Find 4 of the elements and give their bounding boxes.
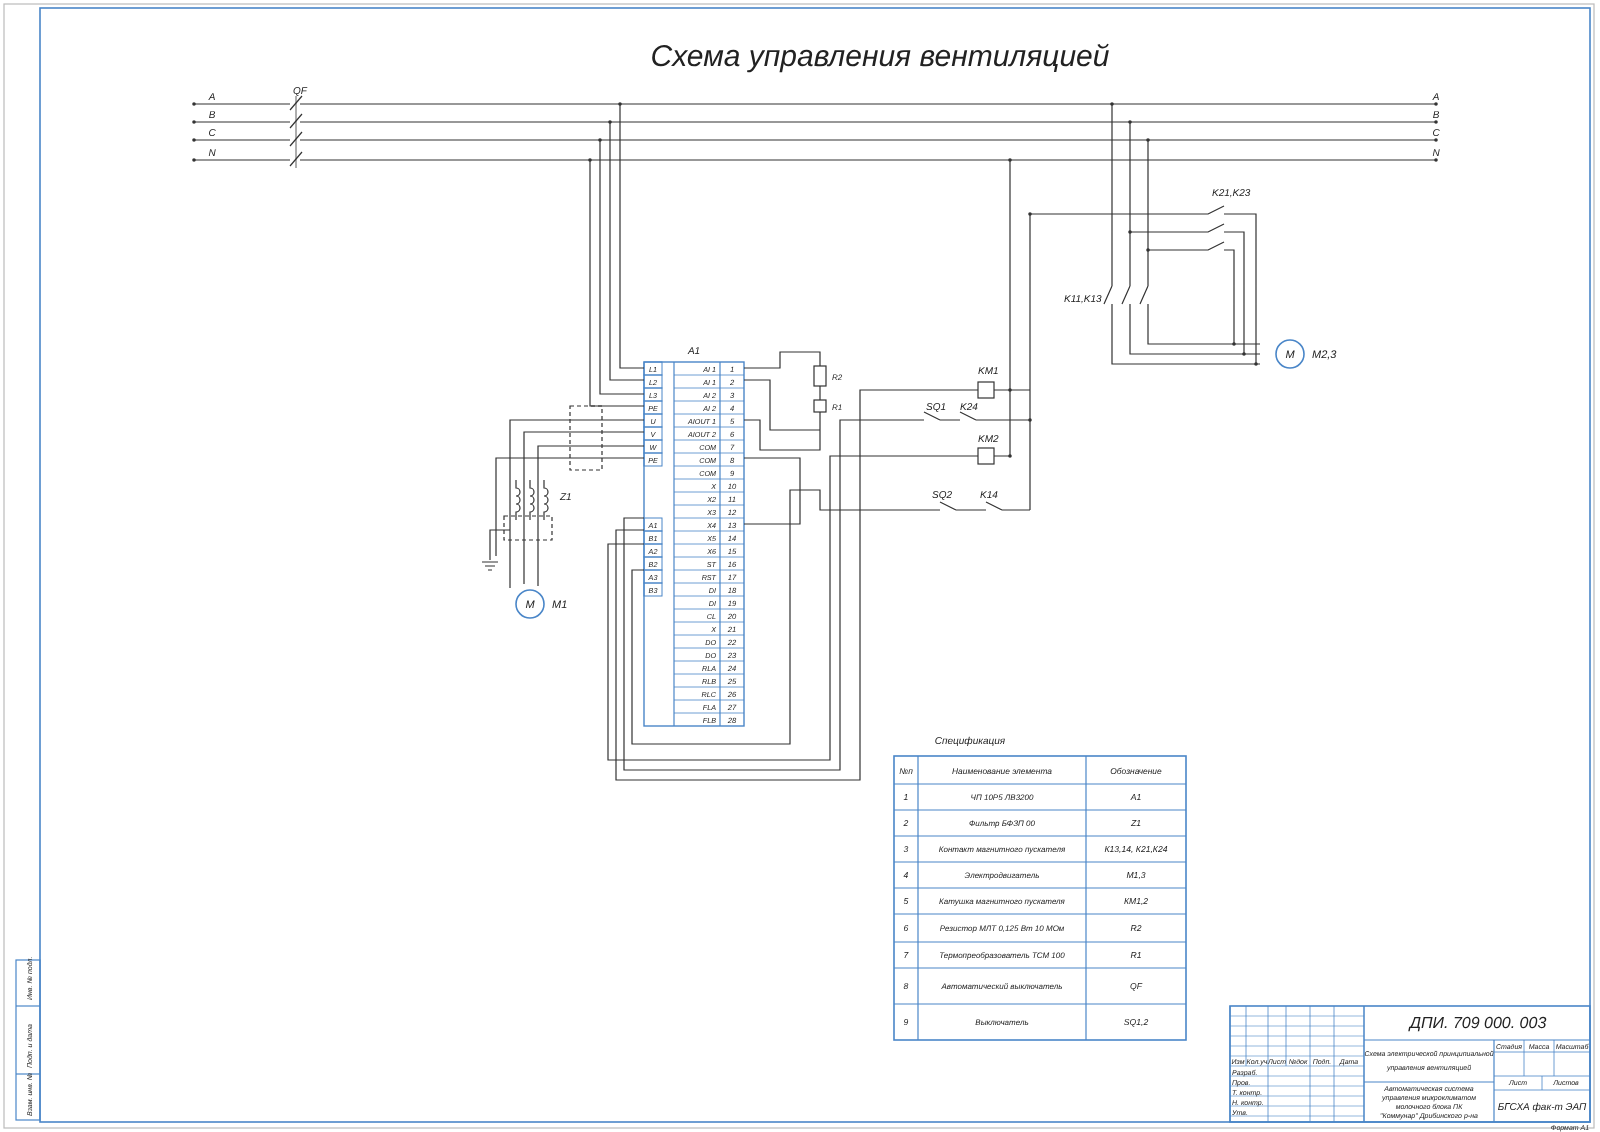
drawing-number: ДПИ. 709 000. 003 [1409, 1014, 1547, 1032]
motor-symbol [515, 589, 545, 619]
drawing-title: Схема управления вентиляцией [650, 40, 1110, 74]
motor-symbol [1275, 339, 1305, 369]
